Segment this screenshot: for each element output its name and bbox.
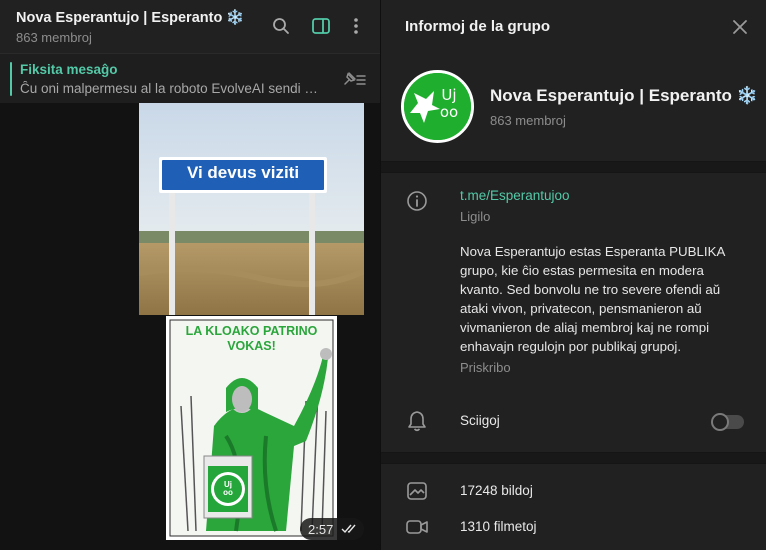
chat-header[interactable]: Nova Esperantujo | Esperanto ❄️ 863 memb… (0, 0, 380, 53)
bell-icon (405, 409, 429, 433)
description-label: Priskribo (460, 360, 511, 375)
notifications-label[interactable]: Sciigoj (460, 413, 500, 428)
sign-text: Vi devus viziti (186, 163, 300, 182)
chat-pane: Nova Esperantujo | Esperanto ❄️ 863 memb… (0, 0, 380, 550)
poster-logo-text: Uj oo (223, 480, 233, 497)
pinned-text: Ĉu oni malpermesu al la roboto EvolveAI … (20, 81, 320, 96)
avatar[interactable]: Uj oo (401, 70, 474, 143)
read-checks-icon (341, 524, 359, 534)
toggle-knob (711, 413, 729, 431)
photo-poster[interactable]: LA KLOAKO PATRINO VOKAS! Uj oo (166, 316, 337, 540)
videos-count[interactable]: 1310 filmetoj (460, 519, 537, 534)
chat-member-count: 863 membroj (16, 30, 92, 45)
close-icon[interactable] (730, 17, 750, 37)
pinned-indicator (10, 62, 12, 96)
avatar-text: Uj oo (439, 86, 459, 121)
search-icon[interactable] (270, 15, 292, 37)
section-divider (381, 452, 766, 464)
pinned-message-bar[interactable]: Fiksita mesaĝo Ĉu oni malpermesu al la r… (0, 53, 380, 103)
message-timestamp: 2:57 (300, 518, 364, 540)
pinned-label: Fiksita mesaĝo (20, 62, 118, 77)
poster-headline: LA KLOAKO PATRINO VOKAS! (185, 324, 318, 353)
sidebar-toggle-icon[interactable] (310, 15, 332, 37)
section-divider (381, 161, 766, 173)
group-member-count: 863 membroj (490, 113, 566, 128)
panel-title: Informoj de la grupo (405, 18, 550, 35)
photos-icon (405, 479, 429, 503)
info-icon (405, 189, 429, 213)
group-link[interactable]: t.me/Esperantujoo (460, 188, 570, 203)
group-info-panel: Informoj de la grupo Uj oo Nova Esperantu… (380, 0, 766, 550)
photo-road-sign[interactable]: Vi devus viziti (139, 103, 364, 315)
pin-list-icon[interactable] (340, 68, 370, 90)
notifications-toggle[interactable] (711, 413, 744, 431)
video-icon (405, 515, 429, 539)
more-icon[interactable] (345, 15, 367, 37)
photos-count[interactable]: 17248 bildoj (460, 483, 533, 498)
message-time: 2:57 (308, 521, 334, 537)
group-description: Nova Esperantujo estas Esperanta PUBLIKA… (460, 244, 725, 354)
group-name: Nova Esperantujo | Esperanto ❄️ (490, 86, 758, 105)
link-label: Ligilo (460, 209, 491, 224)
chat-title[interactable]: Nova Esperantujo | Esperanto ❄️ (16, 9, 244, 26)
